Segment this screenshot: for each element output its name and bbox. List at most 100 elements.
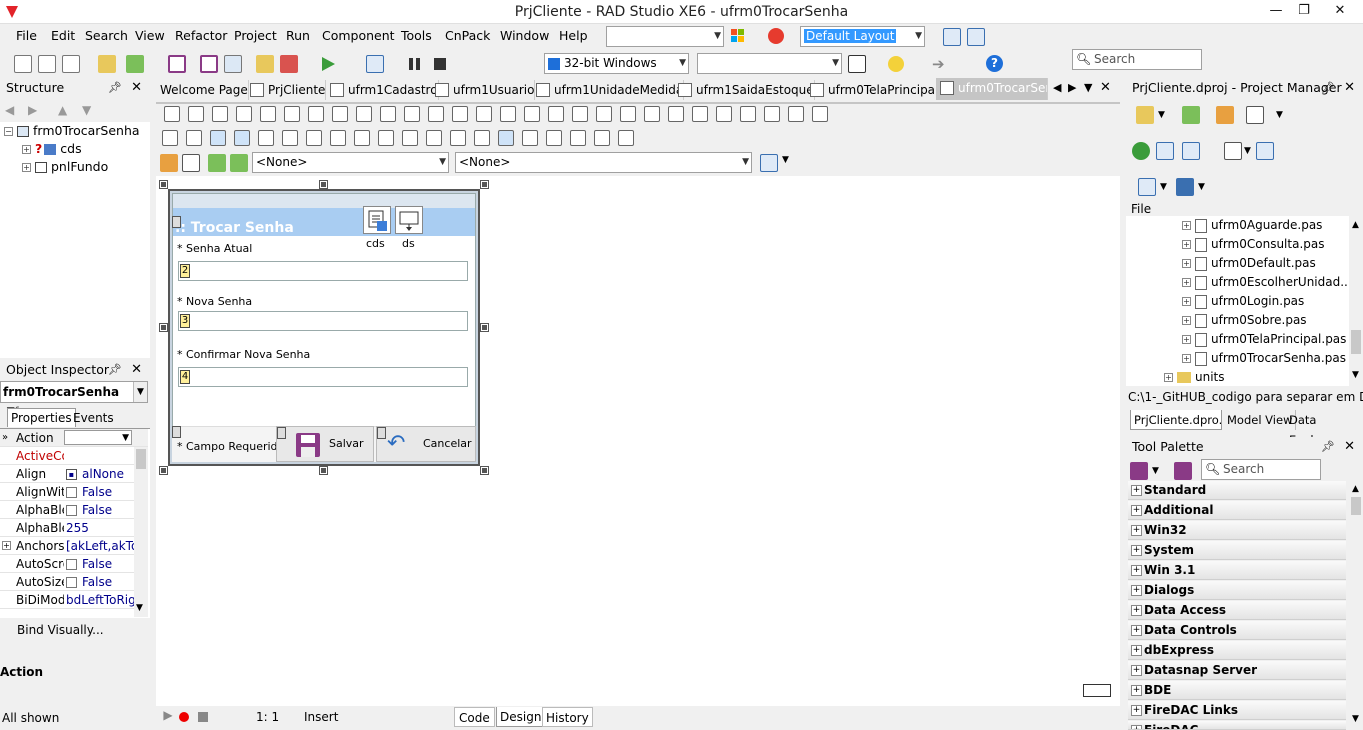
align-tool-icon[interactable] — [788, 106, 804, 122]
move-down-icon[interactable]: ▼ — [82, 103, 91, 117]
tab-code[interactable]: Code — [454, 707, 495, 727]
collapse-all-icon[interactable] — [1182, 142, 1200, 160]
folder-row-units[interactable]: + units — [1164, 368, 1225, 387]
open-project-icon[interactable] — [126, 55, 144, 73]
tab-ufrm0telaprincipal[interactable]: ufrm0TelaPrincipal* — [806, 80, 946, 100]
tab-design[interactable]: Design — [496, 707, 546, 727]
palette-category[interactable]: Dialogs — [1128, 581, 1346, 600]
file-row[interactable]: + ufrm0Aguarde.pas — [1182, 216, 1322, 235]
align-tool-icon[interactable] — [812, 106, 828, 122]
structure-node-cds[interactable]: +? cds — [22, 140, 82, 158]
file-row[interactable]: + ufrm0EscolherUnidad... — [1182, 273, 1352, 292]
options-icon[interactable] — [224, 55, 242, 73]
align-tool-icon[interactable] — [764, 106, 780, 122]
menu-file[interactable]: File — [16, 28, 37, 43]
tab-properties[interactable]: Properties — [7, 408, 76, 427]
cds-component[interactable] — [363, 206, 391, 234]
menu-window[interactable]: Window — [500, 28, 549, 43]
structure-node-pnlfundo[interactable]: + pnlFundo — [22, 158, 108, 176]
align-tool-icon[interactable] — [162, 130, 178, 146]
checkbox[interactable] — [66, 559, 77, 570]
file-row[interactable]: + ufrm0Login.pas — [1182, 292, 1304, 311]
object-selector[interactable]: frm0TrocarSenha Tfrm ▼ — [0, 381, 148, 419]
palette-category[interactable]: FireDAC Links — [1128, 701, 1346, 720]
object-inspector-close-icon[interactable]: ✕ — [131, 360, 142, 380]
tab-ufrm0trocarsenha[interactable]: ufrm0TrocarSen — [936, 78, 1048, 100]
selection-handle[interactable] — [480, 323, 489, 332]
align-tool-icon[interactable] — [330, 130, 346, 146]
ds-component[interactable] — [395, 206, 423, 234]
palette-categories-icon[interactable] — [1130, 462, 1148, 480]
maximize-button[interactable]: ❐ — [1287, 0, 1321, 24]
property-scrollbar[interactable]: ▼ — [134, 447, 148, 617]
align-tool-icon[interactable] — [258, 130, 274, 146]
palette-category[interactable]: Win 3.1 — [1128, 561, 1346, 580]
palette-category[interactable]: Datasnap Server — [1128, 661, 1346, 680]
intf-icon[interactable] — [208, 154, 226, 172]
new-form-icon[interactable] — [38, 55, 56, 73]
prop-row-autoscroll[interactable]: AutoScro False — [0, 555, 148, 573]
menu-component[interactable]: Component — [322, 28, 395, 43]
tab-scroll-right-icon[interactable]: ▶ — [1068, 81, 1076, 94]
palette-category[interactable]: BDE — [1128, 681, 1346, 700]
align-tool-icon[interactable] — [402, 130, 418, 146]
menu-cnpack[interactable]: CnPack — [445, 28, 490, 43]
align-tool-icon[interactable] — [570, 130, 586, 146]
structure-back-icon[interactable]: ◀ — [5, 103, 14, 117]
class-selector[interactable]: <None> ▼ — [252, 152, 449, 173]
palette-category[interactable]: System — [1128, 541, 1346, 560]
menu-run[interactable]: Run — [286, 28, 310, 43]
config-combo[interactable]: ▼ — [697, 53, 842, 74]
dropdown-arrow-icon[interactable]: ▼ — [782, 155, 789, 165]
record-macro-icon[interactable] — [179, 712, 189, 722]
align-tool-icon[interactable] — [522, 130, 538, 146]
desktop-combo[interactable]: ▼ — [606, 26, 724, 47]
align-tool-icon[interactable] — [308, 106, 324, 122]
prop-row-align[interactable]: Align ▪ alNone — [0, 465, 148, 483]
prop-row-activecontrol[interactable]: ActiveCo — [0, 447, 148, 465]
file-row[interactable]: + ufrm0TelaPrincipal.pas — [1182, 330, 1346, 349]
structure-root[interactable]: − frm0TrocarSenha — [4, 122, 140, 140]
tab-data-explorer[interactable]: Data Explorer — [1286, 410, 1363, 447]
remove-from-project-icon[interactable] — [280, 55, 298, 73]
run-without-debug-icon[interactable] — [366, 55, 384, 73]
palette-category[interactable]: Data Controls — [1128, 621, 1346, 640]
cancelar-button[interactable]: ↶ Cancelar — [376, 426, 476, 462]
program-reset-icon[interactable] — [434, 58, 446, 70]
design-surface[interactable]: .: Trocar Senha cds ds * Senha Atual 2 *… — [156, 176, 1120, 706]
form-preview-icon[interactable] — [1083, 684, 1111, 697]
align-tool-icon[interactable] — [452, 106, 468, 122]
move-up-icon[interactable]: ▲ — [58, 103, 67, 117]
dropdown-arrow-icon[interactable]: ▼ — [1152, 466, 1159, 476]
forward-icon[interactable]: ➔ — [932, 55, 945, 73]
platform-combo[interactable]: 32-bit Windows ▼ — [544, 53, 689, 74]
filter-icon[interactable] — [1138, 178, 1156, 196]
tab-ufrm1saidaestoque[interactable]: ufrm1SaidaEstoque — [674, 80, 815, 100]
form-list-icon[interactable] — [182, 154, 200, 172]
palette-category[interactable]: Standard — [1128, 481, 1346, 500]
view-icon[interactable] — [1246, 106, 1264, 124]
align-tool-icon[interactable] — [284, 106, 300, 122]
nova-senha-input[interactable]: 3 — [178, 311, 468, 331]
tab-events[interactable]: Events — [70, 409, 117, 427]
align-tool-icon[interactable] — [476, 106, 492, 122]
menu-edit[interactable]: Edit — [51, 28, 75, 43]
align-tool-icon[interactable] — [356, 106, 372, 122]
pin-icon[interactable]: 📌︎ — [108, 78, 122, 98]
selection-handle[interactable] — [319, 466, 328, 475]
prop-row-alignwithmargins[interactable]: AlignWitl False — [0, 483, 148, 501]
file-row[interactable]: + ufrm0TrocarSenha.pas — [1182, 349, 1346, 368]
add-new-icon[interactable] — [1182, 106, 1200, 124]
align-tool-icon[interactable] — [498, 130, 514, 146]
align-tool-icon[interactable] — [474, 130, 490, 146]
prop-row-alphablendvalue[interactable]: AlphaBle 255 — [0, 519, 148, 537]
checkbox[interactable] — [66, 487, 77, 498]
layout-combo[interactable]: Default Layout ▼ — [800, 26, 925, 47]
palette-scrollbar[interactable]: ▲ ▼ — [1349, 481, 1363, 730]
checkbox[interactable] — [66, 505, 77, 516]
structure-forward-icon[interactable]: ▶ — [28, 103, 37, 117]
menu-tools[interactable]: Tools — [401, 28, 432, 43]
selection-handle[interactable] — [480, 180, 489, 189]
align-tool-icon[interactable] — [620, 106, 636, 122]
menu-help[interactable]: Help — [559, 28, 588, 43]
